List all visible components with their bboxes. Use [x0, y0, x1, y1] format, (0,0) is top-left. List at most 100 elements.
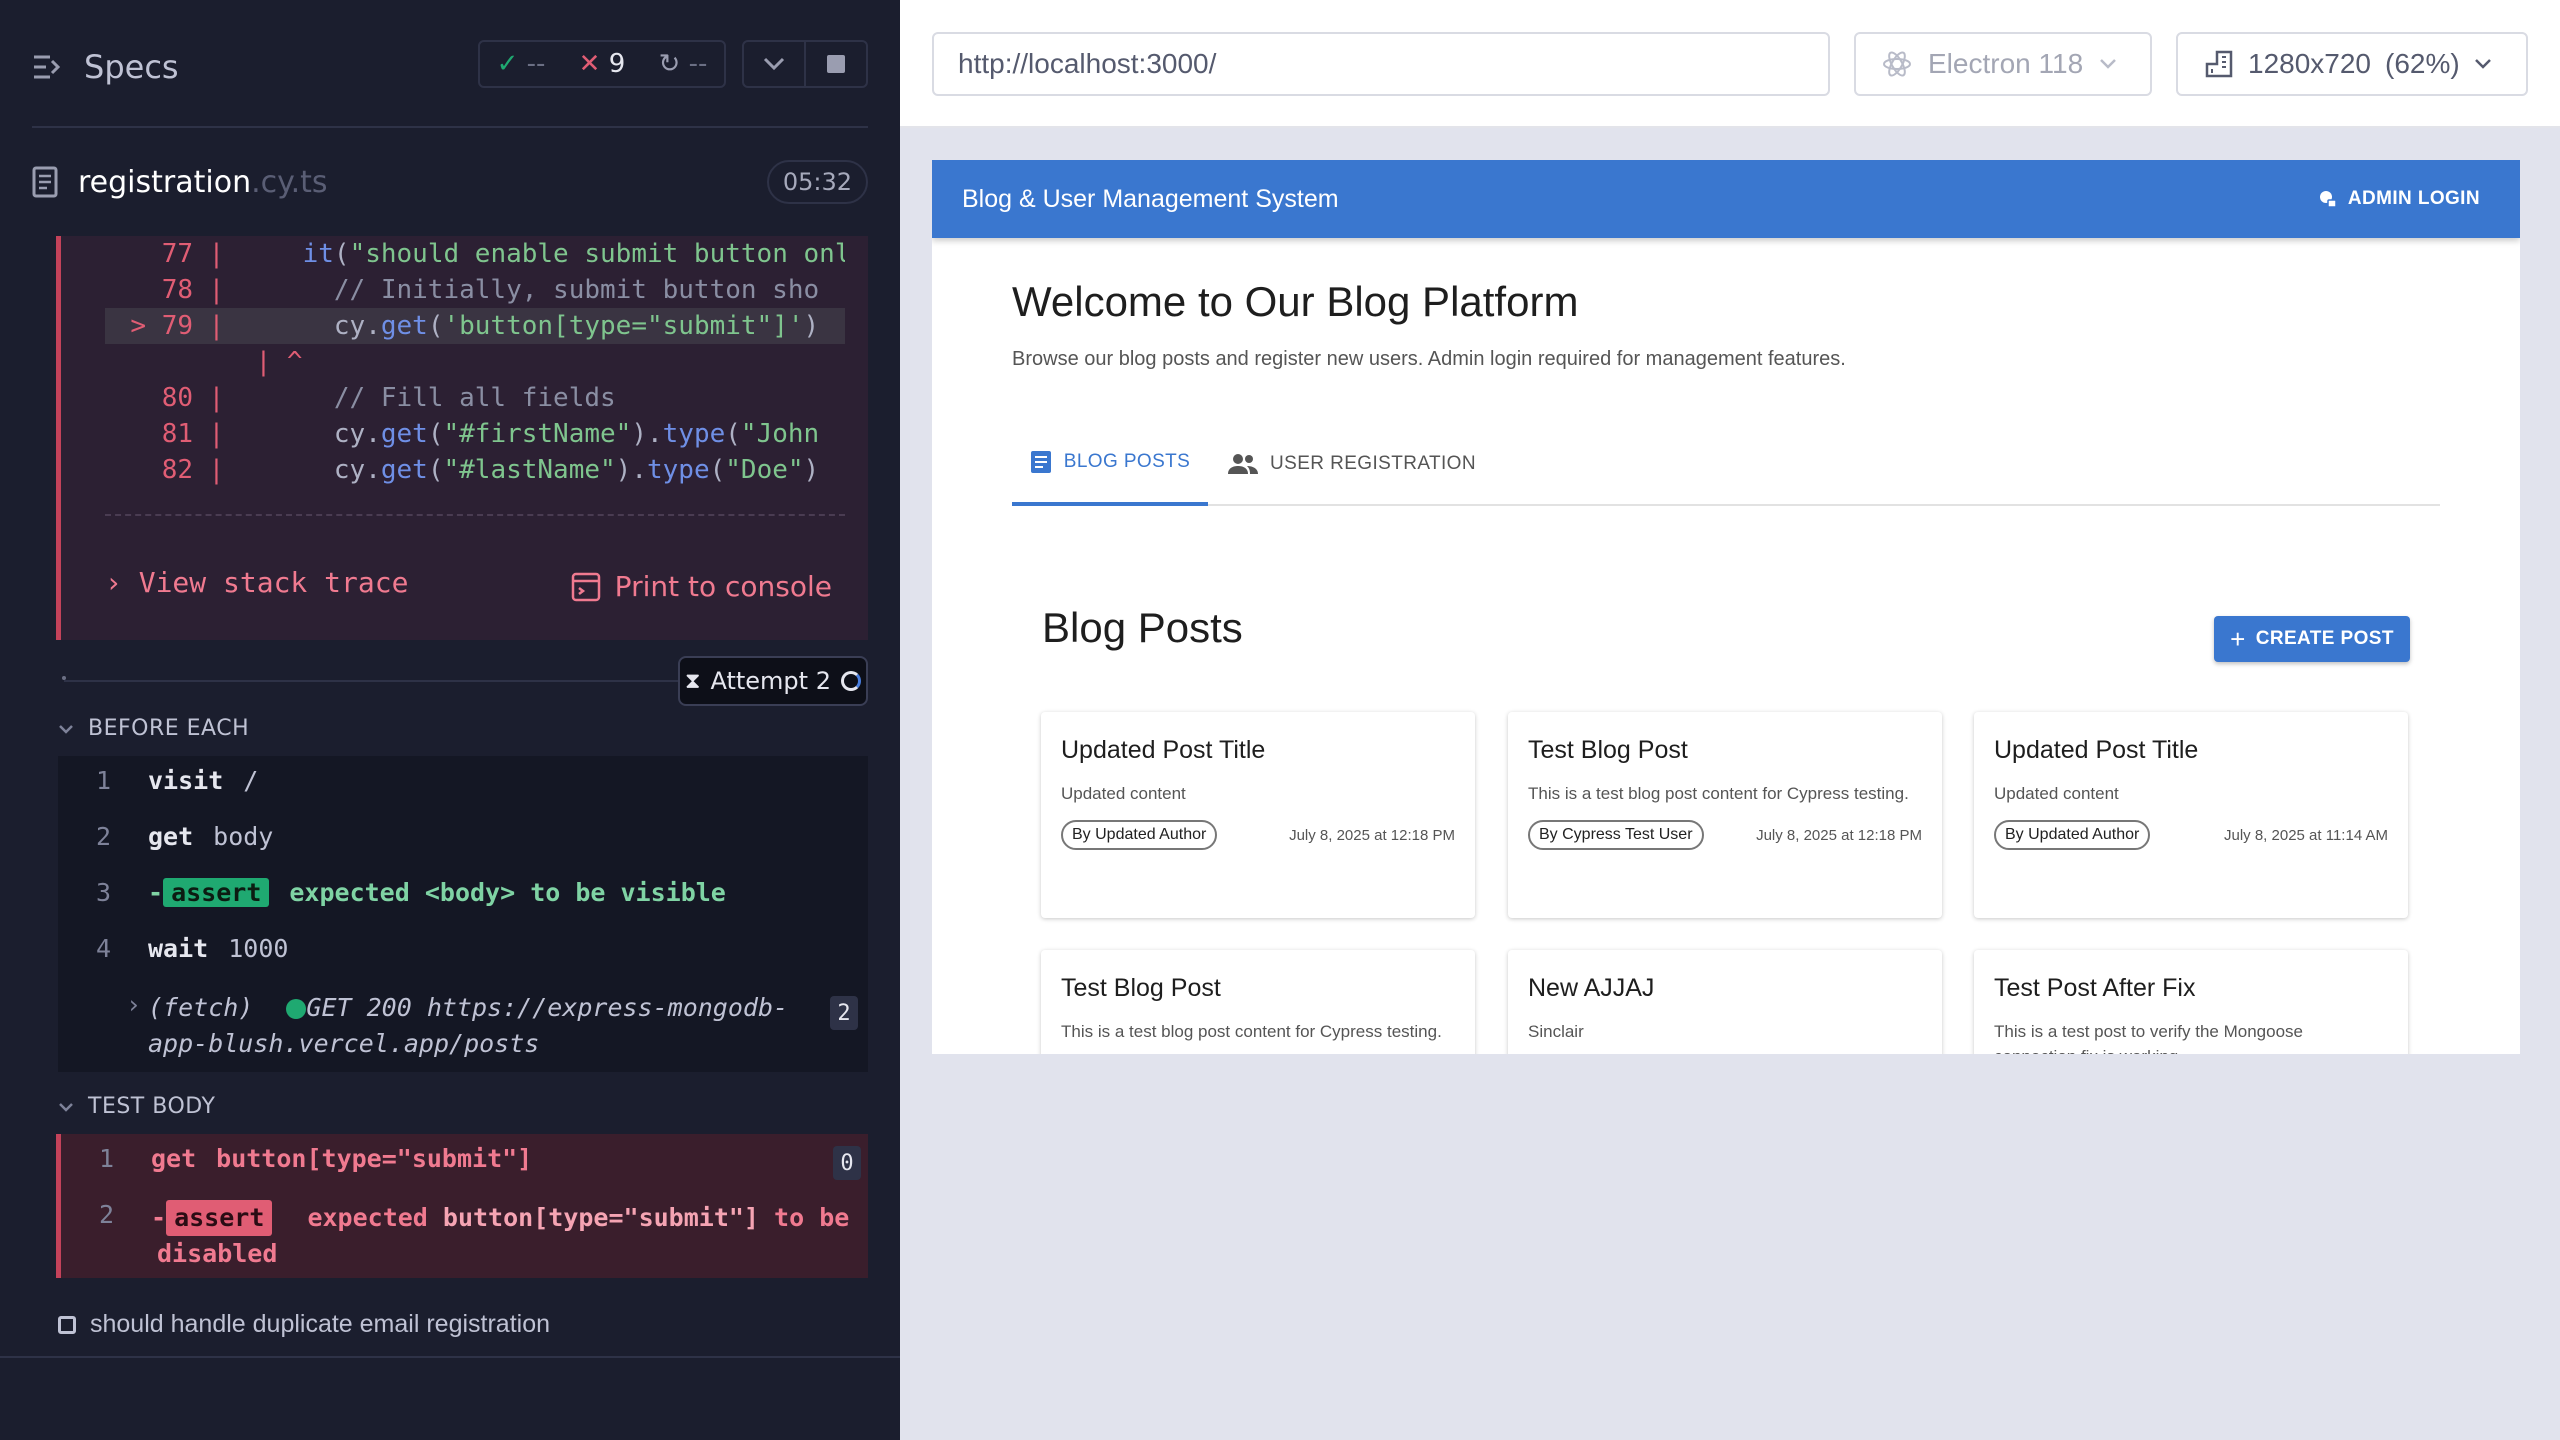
code-line-highlight: > 79 | cy.get('button[type="submit"]') — [105, 308, 845, 344]
print-to-console-button[interactable]: Print to console — [571, 570, 832, 603]
command-count-badge: 0 — [833, 1146, 861, 1180]
app-bar: Blog & User Management System ADMIN LOGI… — [932, 160, 2520, 238]
post-title: Updated Post Title — [1061, 736, 1266, 764]
stop-button[interactable] — [804, 40, 868, 88]
before-each-commands: 1 visit / 2 get body 3 - assert expected … — [58, 756, 868, 1072]
code-line: 82 | cy.get("#lastName").type("Doe") — [161, 455, 820, 485]
assert-badge: assert — [163, 878, 270, 907]
command-log-panel: Specs ✓ -- ✕ 9 ↻ -- registration .cy.ts 0… — [0, 0, 900, 1440]
status-dot-icon — [286, 999, 307, 1019]
electron-icon — [1883, 51, 1911, 77]
post-card[interactable]: Updated Post Title Updated content By Up… — [1041, 712, 1475, 918]
pending-stat: ↻ -- — [658, 49, 708, 79]
spinner-icon: ↻ — [658, 49, 681, 79]
assert-badge: assert — [166, 1200, 273, 1236]
ruler-icon — [2205, 50, 2233, 78]
fetch-count-badge: 2 — [830, 996, 858, 1030]
browser-toolbar: http://localhost:3000/ Electron 118 1280… — [900, 0, 2560, 128]
blog-posts-heading: Blog Posts — [1042, 604, 1243, 651]
spec-file-ext: .cy.ts — [251, 164, 328, 200]
duration-badge: 05:32 — [766, 160, 868, 204]
chevron-right-icon: › — [126, 990, 142, 1019]
chevron-down-icon — [2100, 59, 2117, 69]
viewport-selector[interactable]: 1280x720 (62%) — [2176, 32, 2528, 96]
run-stats: ✓ -- ✕ 9 ↻ -- — [478, 40, 726, 88]
author-chip: By Cypress Test User — [1528, 820, 1704, 850]
welcome-subtitle: Browse our blog posts and register new u… — [1012, 348, 1846, 370]
chevron-down-icon — [59, 1102, 73, 1112]
post-card[interactable]: Test Post After Fix This is a test post … — [1974, 950, 2408, 1054]
pending-square-icon — [58, 1315, 76, 1334]
test-body-commands: 1 get button[type="submit"] 0 2 - assert … — [56, 1134, 868, 1278]
article-icon — [1030, 451, 1051, 473]
collapse-all-button[interactable] — [742, 40, 806, 88]
x-icon: ✕ — [578, 49, 601, 79]
failed-stat: ✕ 9 — [578, 49, 626, 79]
command-row[interactable]: 2 get body — [58, 822, 868, 851]
author-chip: By Updated Author — [1061, 820, 1218, 850]
hourglass-icon: ⧗ — [685, 668, 701, 694]
admin-icon — [2319, 191, 2337, 208]
post-content: This is a test blog post content for Cyp… — [1528, 784, 1909, 803]
url-bar[interactable]: http://localhost:3000/ — [932, 32, 1830, 96]
post-content: Updated content — [1994, 784, 2119, 803]
post-content: Sinclair — [1528, 1022, 1584, 1041]
tabs-divider — [1012, 504, 2440, 506]
spec-file-row[interactable]: registration .cy.ts 05:32 — [32, 156, 868, 208]
post-card[interactable]: Test Blog Post This is a test blog post … — [1508, 712, 1942, 918]
attempt-divider — [64, 680, 678, 682]
post-date: July 8, 2025 at 12:18 PM — [1756, 826, 1922, 844]
test-item[interactable]: should handle duplicate email registrati… — [58, 1310, 550, 1339]
running-spinner-icon — [840, 671, 861, 691]
post-date: July 8, 2025 at 11:14 AM — [2224, 826, 2388, 844]
command-row[interactable]: 4 wait 1000 — [58, 934, 868, 963]
tab-user-registration[interactable]: USER REGISTRATION — [1228, 422, 1476, 506]
app-title: Blog & User Management System — [962, 184, 1339, 213]
assert-row-failed[interactable]: 2 - assert expected button[type="submit"]… — [61, 1200, 871, 1272]
post-card[interactable]: Updated Post Title Updated content By Up… — [1974, 712, 2408, 918]
specs-toggle-icon[interactable] — [32, 54, 62, 80]
post-title: Updated Post Title — [1994, 736, 2199, 764]
admin-login-button[interactable]: ADMIN LOGIN — [2318, 188, 2480, 210]
assert-detail: - assert expected button[type="submit"] t… — [151, 1200, 849, 1272]
post-card[interactable]: New AJJAJ Sinclair — [1508, 950, 1942, 1054]
tab-blog-posts[interactable]: BLOG POSTS — [1012, 422, 1208, 506]
code-line: 80 | // Fill all fields — [161, 383, 616, 413]
code-line: 77 | it("should enable submit button onl — [161, 239, 845, 269]
create-post-button[interactable]: + CREATE POST — [2214, 616, 2410, 662]
post-title: New AJJAJ — [1528, 974, 1655, 1002]
chevron-right-icon: › — [105, 566, 122, 599]
before-each-header[interactable]: BEFORE EACH — [58, 716, 249, 741]
post-content: Updated content — [1061, 784, 1186, 803]
assert-row[interactable]: 3 - assert expected <body> to be visible — [58, 878, 868, 907]
console-icon — [571, 572, 600, 601]
people-icon — [1228, 454, 1258, 474]
code-line-caret: | ^ — [255, 347, 303, 377]
post-content: This is a test blog post content for Cyp… — [1061, 1022, 1442, 1041]
fetch-detail: (fetch) GET 200 https://express-mongodb-… — [148, 993, 789, 1058]
chevron-down-icon — [763, 57, 785, 71]
post-title: Test Blog Post — [1528, 736, 1688, 764]
test-body-header[interactable]: TEST BODY — [58, 1094, 215, 1119]
stop-icon — [827, 55, 845, 73]
specs-title: Specs — [84, 48, 179, 86]
author-chip: By Updated Author — [1994, 820, 2151, 850]
command-row-failed[interactable]: 1 get button[type="submit"] 0 — [61, 1144, 871, 1180]
welcome-heading: Welcome to Our Blog Platform — [1012, 278, 1579, 325]
command-row[interactable]: 1 visit / — [58, 766, 868, 795]
fetch-row[interactable]: › (fetch) GET 200 https://express-mongod… — [58, 990, 868, 1062]
code-line: 78 | // Initially, submit button sho — [161, 275, 820, 305]
code-frame: 77 | it("should enable submit button onl… — [105, 236, 845, 516]
code-line: 81 | cy.get("#firstName").type("John — [161, 419, 820, 449]
divider — [0, 1356, 900, 1358]
divider — [32, 126, 868, 128]
error-block: 77 | it("should enable submit button onl… — [56, 236, 868, 640]
attempt-badge[interactable]: ⧗ Attempt 2 — [678, 656, 868, 706]
post-card[interactable]: Test Blog Post This is a test blog post … — [1041, 950, 1475, 1054]
post-date: July 8, 2025 at 12:18 PM — [1289, 826, 1455, 844]
post-title: Test Post After Fix — [1994, 974, 2196, 1002]
spec-file-name: registration — [78, 164, 252, 200]
post-content: This is a test post to verify the Mongoo… — [1994, 1022, 2303, 1054]
browser-selector[interactable]: Electron 118 — [1854, 32, 2152, 96]
view-stack-trace-link[interactable]: › View stack trace — [105, 566, 408, 599]
